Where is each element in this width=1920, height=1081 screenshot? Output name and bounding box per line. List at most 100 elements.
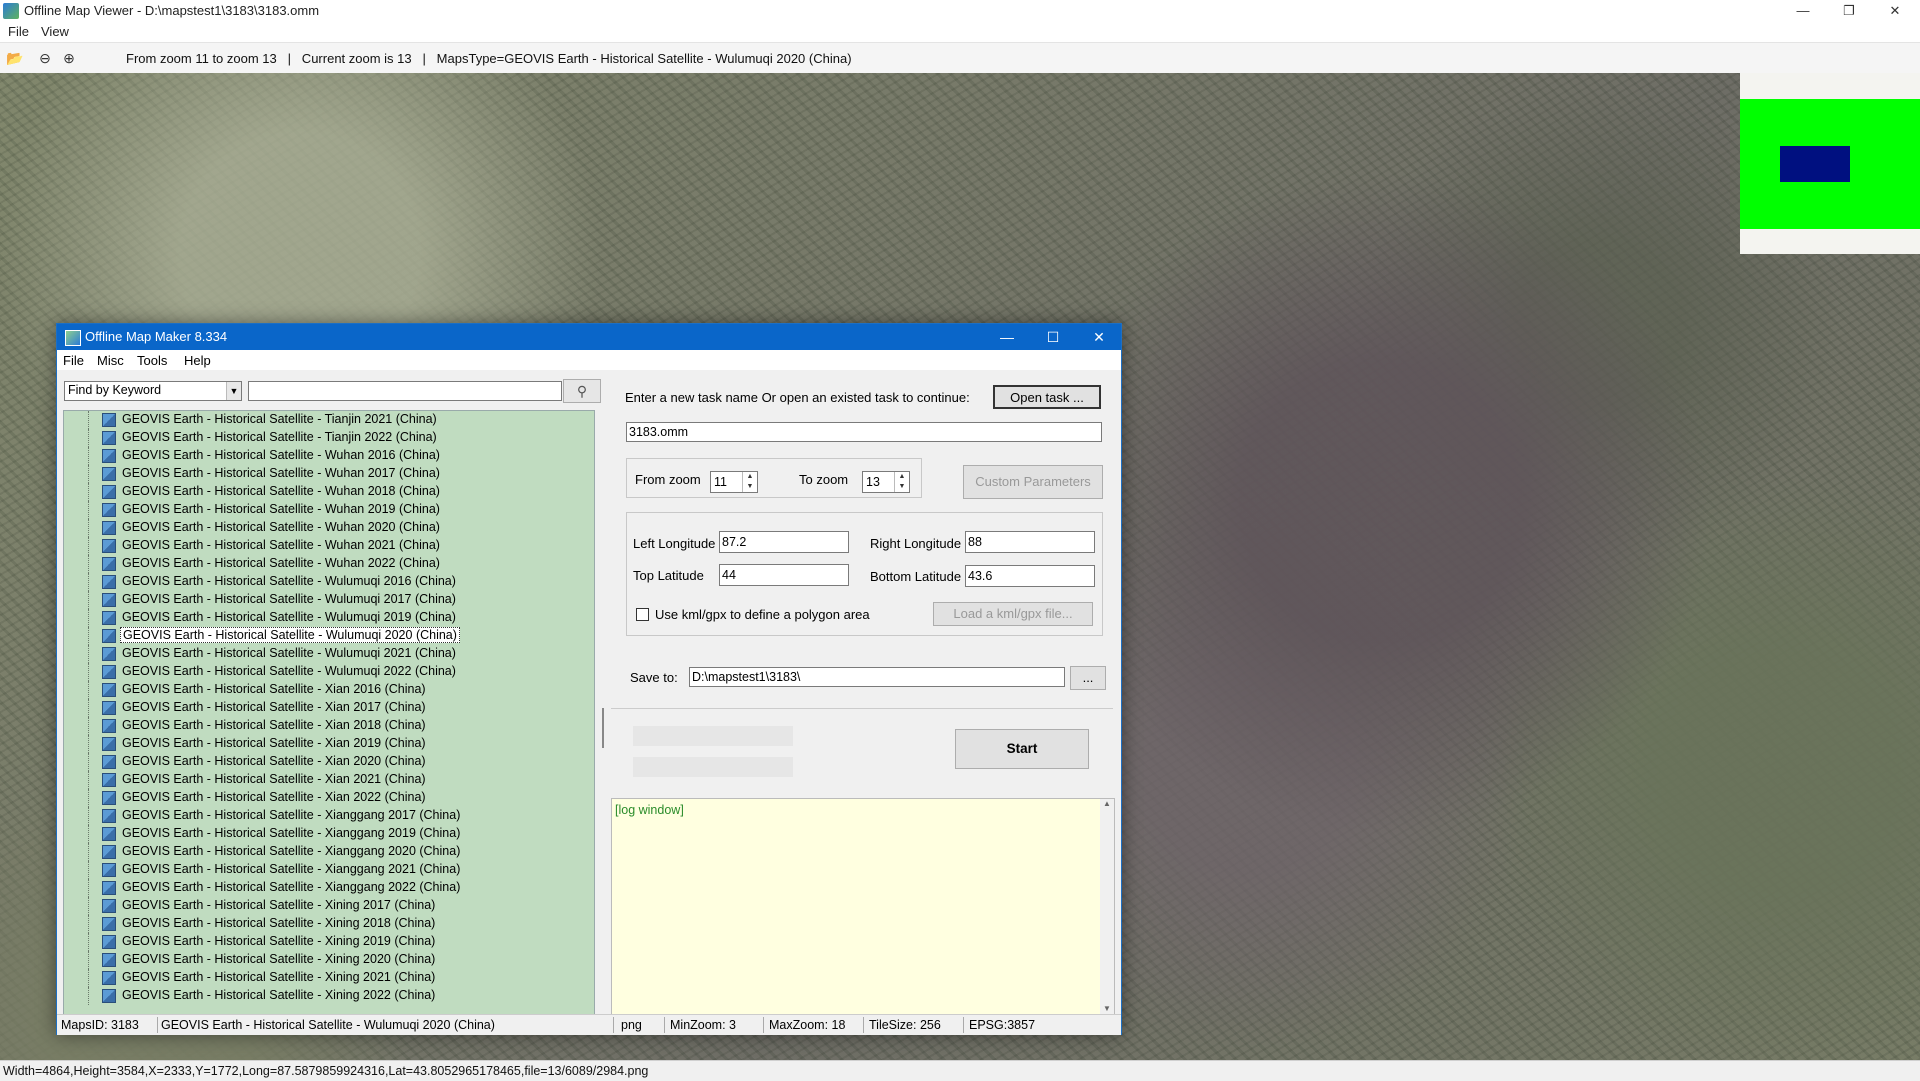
log-scrollbar[interactable]: ▲ ▼ xyxy=(1100,799,1114,1015)
dialog-menu-tools[interactable]: Tools xyxy=(137,353,167,368)
tree-item[interactable]: GEOVIS Earth - Historical Satellite - Xi… xyxy=(64,987,594,1005)
tree-item-label: GEOVIS Earth - Historical Satellite - Xi… xyxy=(122,862,461,876)
dialog-close-button[interactable]: ✕ xyxy=(1077,324,1121,350)
map-layer-icon xyxy=(102,503,116,517)
from-zoom-spinner[interactable]: 11 ▲ ▼ xyxy=(710,471,758,493)
tree-item[interactable]: GEOVIS Earth - Historical Satellite - Xi… xyxy=(64,789,594,807)
load-kml-button[interactable]: Load a kml/gpx file... xyxy=(933,602,1093,626)
map-layer-icon xyxy=(102,629,116,643)
tree-item[interactable]: GEOVIS Earth - Historical Satellite - Xi… xyxy=(64,933,594,951)
bottom-latitude-input[interactable]: 43.6 xyxy=(965,565,1095,587)
panel-splitter[interactable] xyxy=(602,708,604,748)
status-maps-name: GEOVIS Earth - Historical Satellite - Wu… xyxy=(161,1018,495,1032)
outer-close-button[interactable]: ✕ xyxy=(1872,0,1918,22)
open-task-button[interactable]: Open task ... xyxy=(993,385,1101,409)
tree-item[interactable]: GEOVIS Earth - Historical Satellite - Wu… xyxy=(64,465,594,483)
map-layer-icon xyxy=(102,683,116,697)
tree-item[interactable]: GEOVIS Earth - Historical Satellite - Xi… xyxy=(64,735,594,753)
tree-item[interactable]: GEOVIS Earth - Historical Satellite - Xi… xyxy=(64,915,594,933)
dialog-menu-help[interactable]: Help xyxy=(184,353,211,368)
tree-item-label: GEOVIS Earth - Historical Satellite - Wu… xyxy=(122,574,456,588)
dialog-maximize-button[interactable]: ☐ xyxy=(1031,324,1075,350)
dialog-titlebar[interactable]: Offline Map Maker 8.334 — ☐ ✕ xyxy=(57,324,1121,350)
tree-connector xyxy=(88,519,90,537)
tree-item[interactable]: GEOVIS Earth - Historical Satellite - Wu… xyxy=(64,537,594,555)
open-folder-icon[interactable]: 📂 xyxy=(6,50,23,66)
tree-item[interactable]: GEOVIS Earth - Historical Satellite - Wu… xyxy=(64,591,594,609)
tree-item[interactable]: GEOVIS Earth - Historical Satellite - Wu… xyxy=(64,555,594,573)
tree-item[interactable]: GEOVIS Earth - Historical Satellite - Ti… xyxy=(64,429,594,447)
tree-item[interactable]: GEOVIS Earth - Historical Satellite - Xi… xyxy=(64,951,594,969)
to-zoom-spinner[interactable]: 13 ▲ ▼ xyxy=(862,471,910,493)
tree-item-label: GEOVIS Earth - Historical Satellite - Ti… xyxy=(122,412,437,426)
status-separator xyxy=(863,1017,864,1033)
log-window[interactable]: [log window] ▲ ▼ xyxy=(611,798,1115,1016)
save-to-input[interactable]: D:\mapstest1\3183\ xyxy=(689,667,1065,687)
tree-item[interactable]: GEOVIS Earth - Historical Satellite - Xi… xyxy=(64,861,594,879)
tree-item[interactable]: GEOVIS Earth - Historical Satellite - Xi… xyxy=(64,843,594,861)
tree-item[interactable]: GEOVIS Earth - Historical Satellite - Xi… xyxy=(64,825,594,843)
map-layer-icon xyxy=(102,575,116,589)
browse-button[interactable]: ... xyxy=(1070,666,1106,690)
tree-item[interactable]: GEOVIS Earth - Historical Satellite - Wu… xyxy=(64,447,594,465)
tree-item[interactable]: GEOVIS Earth - Historical Satellite - Wu… xyxy=(64,501,594,519)
tree-item[interactable]: GEOVIS Earth - Historical Satellite - Xi… xyxy=(64,897,594,915)
tree-item[interactable]: GEOVIS Earth - Historical Satellite - Ti… xyxy=(64,411,594,429)
tree-connector xyxy=(88,915,90,933)
tree-item[interactable]: GEOVIS Earth - Historical Satellite - Wu… xyxy=(64,645,594,663)
left-longitude-input[interactable]: 87.2 xyxy=(719,531,849,553)
tree-item-label: GEOVIS Earth - Historical Satellite - Xi… xyxy=(122,952,436,966)
search-button[interactable]: ⚲ xyxy=(563,379,601,403)
tree-item[interactable]: GEOVIS Earth - Historical Satellite - Wu… xyxy=(64,663,594,681)
maps-tree[interactable]: GEOVIS Earth - Historical Satellite - Ti… xyxy=(63,410,595,1017)
tree-item[interactable]: GEOVIS Earth - Historical Satellite - Wu… xyxy=(64,519,594,537)
zoom-in-icon[interactable]: ⊕ xyxy=(61,50,77,66)
tree-item[interactable]: GEOVIS Earth - Historical Satellite - Wu… xyxy=(64,483,594,501)
keyword-search-input[interactable] xyxy=(248,381,562,401)
tree-item[interactable]: GEOVIS Earth - Historical Satellite - Wu… xyxy=(64,609,594,627)
tree-item[interactable]: GEOVIS Earth - Historical Satellite - Xi… xyxy=(64,807,594,825)
zoom-out-icon[interactable]: ⊖ xyxy=(37,50,53,66)
tree-item[interactable]: GEOVIS Earth - Historical Satellite - Wu… xyxy=(64,627,594,645)
dialog-menu-file[interactable]: File xyxy=(63,353,84,368)
chevron-down-icon[interactable]: ▼ xyxy=(226,382,241,400)
right-longitude-input[interactable]: 88 xyxy=(965,531,1095,553)
task-name-input[interactable]: 3183.omm xyxy=(626,422,1102,442)
map-layer-icon xyxy=(102,539,116,553)
find-mode-select[interactable]: Find by Keyword ▼ xyxy=(64,381,242,401)
kml-checkbox[interactable] xyxy=(636,608,649,621)
outer-menu-view[interactable]: View xyxy=(41,24,69,39)
search-icon: ⚲ xyxy=(576,383,588,399)
tree-item[interactable]: GEOVIS Earth - Historical Satellite - Xi… xyxy=(64,717,594,735)
map-layer-icon xyxy=(102,431,116,445)
custom-parameters-button[interactable]: Custom Parameters xyxy=(963,465,1103,499)
outer-minimize-button[interactable]: — xyxy=(1780,0,1826,22)
tree-connector xyxy=(88,645,90,663)
tree-item[interactable]: GEOVIS Earth - Historical Satellite - Xi… xyxy=(64,969,594,987)
tree-item[interactable]: GEOVIS Earth - Historical Satellite - Xi… xyxy=(64,879,594,897)
outer-restore-button[interactable]: ❐ xyxy=(1826,0,1872,22)
to-zoom-label: To zoom xyxy=(799,472,849,487)
map-layer-icon xyxy=(102,665,116,679)
tree-item-label: GEOVIS Earth - Historical Satellite - Xi… xyxy=(122,790,426,804)
outer-menu-file[interactable]: File xyxy=(8,24,29,39)
tree-item[interactable]: GEOVIS Earth - Historical Satellite - Wu… xyxy=(64,573,594,591)
dialog-statusbar: MapsID: 3183 GEOVIS Earth - Historical S… xyxy=(57,1014,1121,1035)
status-separator xyxy=(963,1017,964,1033)
dialog-minimize-button[interactable]: — xyxy=(985,324,1029,350)
tree-item[interactable]: GEOVIS Earth - Historical Satellite - Xi… xyxy=(64,681,594,699)
log-text: [log window] xyxy=(615,803,684,817)
dialog-menubar: File Misc Tools Help xyxy=(57,350,1121,370)
dialog-menu-misc[interactable]: Misc xyxy=(97,353,124,368)
map-layer-icon xyxy=(102,485,116,499)
start-button[interactable]: Start xyxy=(955,729,1089,769)
tree-item[interactable]: GEOVIS Earth - Historical Satellite - Xi… xyxy=(64,753,594,771)
spinner-arrows-icon[interactable]: ▲ ▼ xyxy=(742,472,757,492)
tree-connector xyxy=(88,483,90,501)
overview-map[interactable] xyxy=(1740,73,1920,254)
overview-viewport[interactable] xyxy=(1780,146,1850,182)
top-latitude-input[interactable]: 44 xyxy=(719,564,849,586)
tree-item[interactable]: GEOVIS Earth - Historical Satellite - Xi… xyxy=(64,699,594,717)
spinner-arrows-icon[interactable]: ▲ ▼ xyxy=(894,472,909,492)
tree-item[interactable]: GEOVIS Earth - Historical Satellite - Xi… xyxy=(64,771,594,789)
